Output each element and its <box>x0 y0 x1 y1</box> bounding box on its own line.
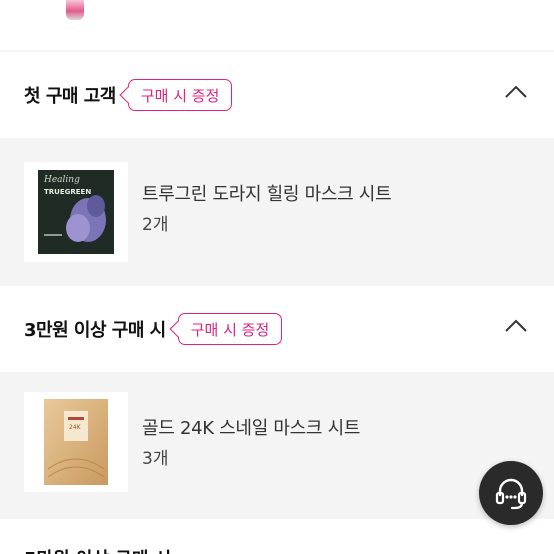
headset-chat-icon <box>495 478 527 510</box>
product-quantity: 2개 <box>142 215 169 235</box>
gift-badge: 구매 시 증정 <box>177 313 283 345</box>
product-thumbnail: Healing TRUEGREEN <box>24 162 128 262</box>
gift-badge: 구매 시 증정 <box>127 79 233 111</box>
section-title: 5만원 이상 구매 시 <box>24 545 171 554</box>
section-header-first-purchase[interactable]: 첫 구매 고객 구매 시 증정 <box>0 52 554 138</box>
previous-item-strip <box>0 0 554 50</box>
section-title: 3만원 이상 구매 시 <box>24 320 166 341</box>
chat-support-button[interactable] <box>479 461 543 525</box>
product-thumbnail: 24K <box>24 392 128 492</box>
mask-sheet-image: Healing TRUEGREEN <box>38 170 114 254</box>
product-quantity: 3개 <box>142 449 169 469</box>
previous-product-thumbnail <box>66 0 84 20</box>
svg-text:TRUEGREEN: TRUEGREEN <box>44 188 91 196</box>
product-name: 골드 24K 스네일 마스크 시트 <box>142 418 361 439</box>
section-header-partial[interactable]: 5만원 이상 구매 시 <box>0 519 554 554</box>
svg-text:Healing: Healing <box>43 175 80 185</box>
product-name: 트루그린 도라지 힐링 마스크 시트 <box>142 184 392 205</box>
chevron-up-icon[interactable] <box>504 318 528 334</box>
svg-text:24K: 24K <box>69 424 82 431</box>
section-title: 첫 구매 고객 <box>24 86 116 107</box>
gift-item-panel: 24K 골드 24K 스네일 마스크 시트 3개 <box>0 372 554 518</box>
gift-item-panel: Healing TRUEGREEN 트루그린 도라지 힐링 마스크 시트 2개 <box>0 138 554 284</box>
chevron-up-icon[interactable] <box>504 84 528 100</box>
section-header-over-30000[interactable]: 3만원 이상 구매 시 구매 시 증정 <box>0 286 554 372</box>
mask-sheet-image: 24K <box>44 399 108 485</box>
